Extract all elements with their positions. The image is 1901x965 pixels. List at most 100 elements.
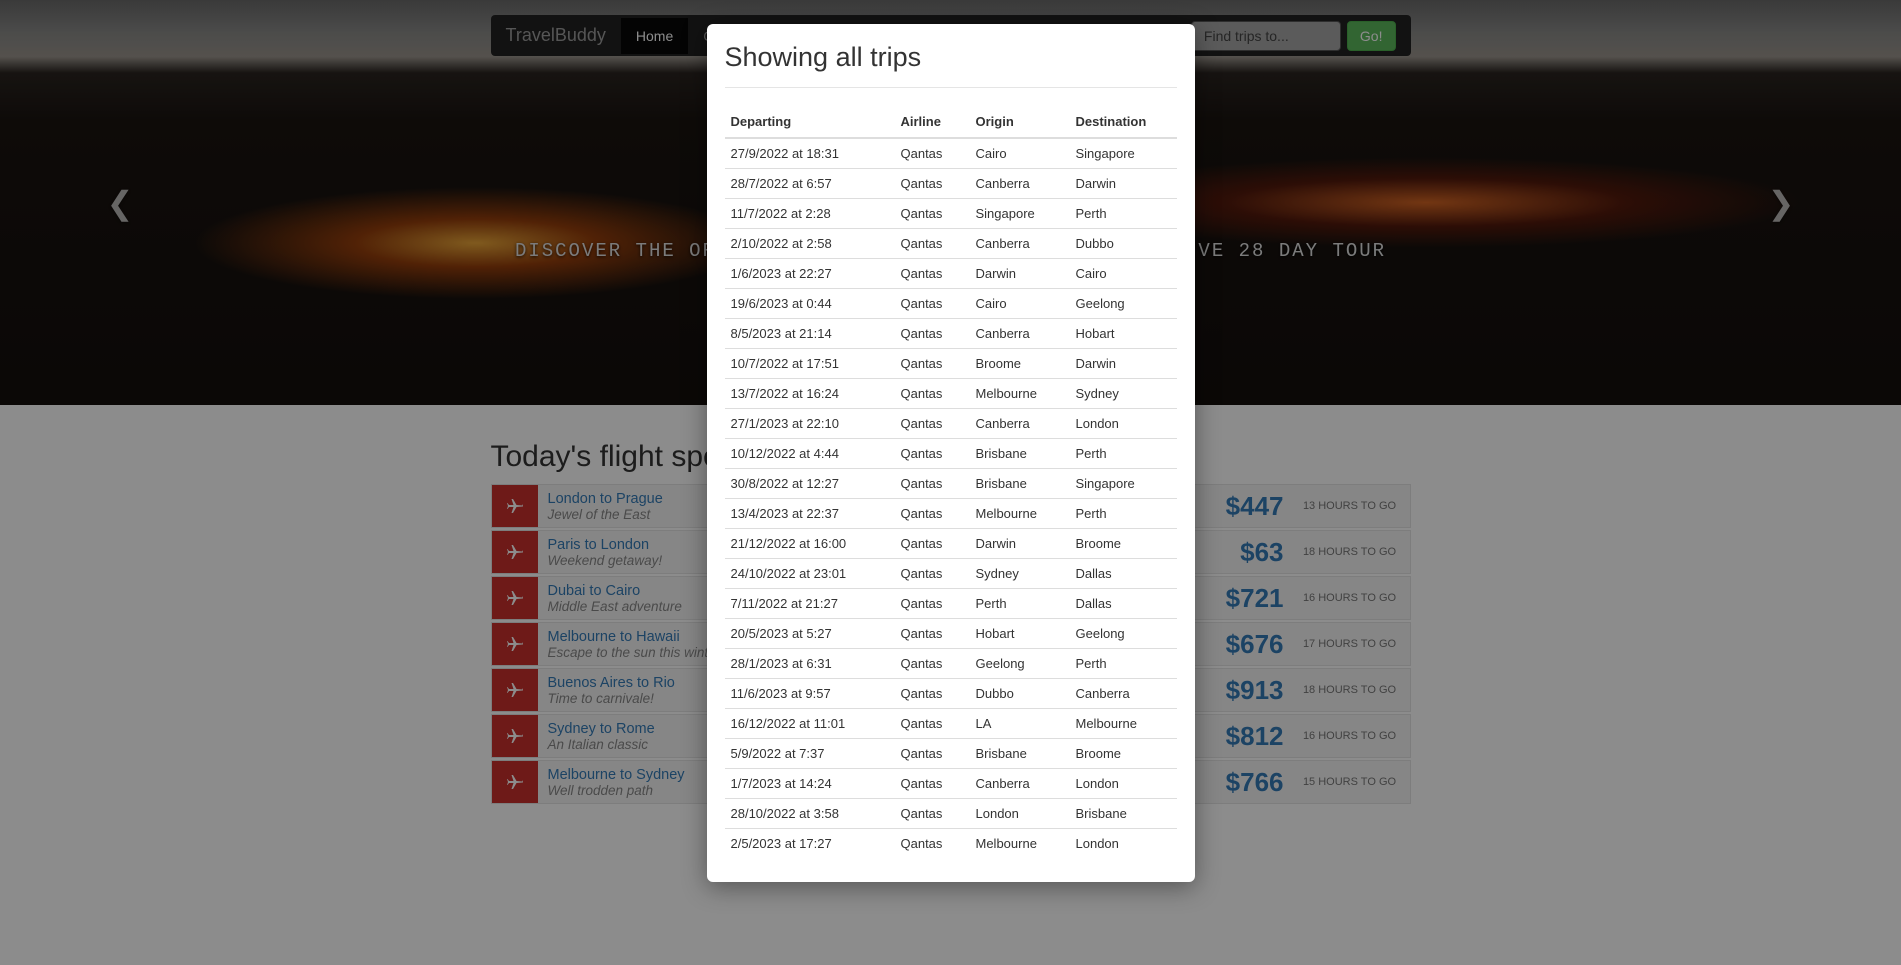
cell-departing: 28/10/2022 at 3:58	[725, 799, 895, 829]
table-row[interactable]: 8/5/2023 at 21:14QantasCanberraHobart	[725, 319, 1177, 349]
cell-airline: Qantas	[895, 379, 970, 409]
cell-departing: 30/8/2022 at 12:27	[725, 469, 895, 499]
table-row[interactable]: 5/9/2022 at 7:37QantasBrisbaneBroome	[725, 739, 1177, 769]
table-row[interactable]: 30/8/2022 at 12:27QantasBrisbaneSingapor…	[725, 469, 1177, 499]
cell-destination: Dallas	[1070, 589, 1177, 619]
cell-departing: 8/5/2023 at 21:14	[725, 319, 895, 349]
cell-origin: Brisbane	[970, 469, 1070, 499]
col-destination[interactable]: Destination	[1070, 106, 1177, 138]
table-row[interactable]: 27/9/2022 at 18:31QantasCairoSingapore	[725, 138, 1177, 169]
col-departing[interactable]: Departing	[725, 106, 895, 138]
cell-airline: Qantas	[895, 739, 970, 769]
trips-table: Departing Airline Origin Destination 27/…	[725, 106, 1177, 858]
cell-airline: Qantas	[895, 529, 970, 559]
cell-destination: Perth	[1070, 439, 1177, 469]
cell-airline: Qantas	[895, 138, 970, 169]
table-row[interactable]: 19/6/2023 at 0:44QantasCairoGeelong	[725, 289, 1177, 319]
table-row[interactable]: 2/10/2022 at 2:58QantasCanberraDubbo	[725, 229, 1177, 259]
cell-airline: Qantas	[895, 799, 970, 829]
cell-origin: Melbourne	[970, 499, 1070, 529]
cell-destination: Dubbo	[1070, 229, 1177, 259]
cell-airline: Qantas	[895, 169, 970, 199]
table-row[interactable]: 13/7/2022 at 16:24QantasMelbourneSydney	[725, 379, 1177, 409]
cell-departing: 27/1/2023 at 22:10	[725, 409, 895, 439]
cell-origin: Hobart	[970, 619, 1070, 649]
cell-departing: 19/6/2023 at 0:44	[725, 289, 895, 319]
cell-airline: Qantas	[895, 349, 970, 379]
cell-departing: 24/10/2022 at 23:01	[725, 559, 895, 589]
modal-title: Showing all trips	[725, 42, 1177, 73]
cell-destination: Geelong	[1070, 619, 1177, 649]
cell-origin: Perth	[970, 589, 1070, 619]
cell-destination: Hobart	[1070, 319, 1177, 349]
cell-departing: 2/10/2022 at 2:58	[725, 229, 895, 259]
cell-origin: Darwin	[970, 259, 1070, 289]
cell-origin: Cairo	[970, 289, 1070, 319]
cell-airline: Qantas	[895, 589, 970, 619]
cell-airline: Qantas	[895, 649, 970, 679]
cell-destination: Melbourne	[1070, 709, 1177, 739]
cell-destination: Darwin	[1070, 169, 1177, 199]
cell-departing: 28/1/2023 at 6:31	[725, 649, 895, 679]
cell-airline: Qantas	[895, 469, 970, 499]
table-row[interactable]: 28/7/2022 at 6:57QantasCanberraDarwin	[725, 169, 1177, 199]
table-row[interactable]: 10/12/2022 at 4:44QantasBrisbanePerth	[725, 439, 1177, 469]
cell-departing: 5/9/2022 at 7:37	[725, 739, 895, 769]
cell-departing: 1/6/2023 at 22:27	[725, 259, 895, 289]
cell-departing: 16/12/2022 at 11:01	[725, 709, 895, 739]
table-row[interactable]: 16/12/2022 at 11:01QantasLAMelbourne	[725, 709, 1177, 739]
cell-destination: Canberra	[1070, 679, 1177, 709]
cell-origin: Canberra	[970, 769, 1070, 799]
cell-departing: 10/12/2022 at 4:44	[725, 439, 895, 469]
cell-airline: Qantas	[895, 199, 970, 229]
table-row[interactable]: 11/6/2023 at 9:57QantasDubboCanberra	[725, 679, 1177, 709]
cell-origin: Dubbo	[970, 679, 1070, 709]
col-origin[interactable]: Origin	[970, 106, 1070, 138]
table-row[interactable]: 21/12/2022 at 16:00QantasDarwinBroome	[725, 529, 1177, 559]
table-row[interactable]: 28/10/2022 at 3:58QantasLondonBrisbane	[725, 799, 1177, 829]
divider	[725, 87, 1177, 88]
cell-origin: Broome	[970, 349, 1070, 379]
cell-destination: Broome	[1070, 529, 1177, 559]
table-row[interactable]: 27/1/2023 at 22:10QantasCanberraLondon	[725, 409, 1177, 439]
cell-origin: Brisbane	[970, 739, 1070, 769]
cell-departing: 7/11/2022 at 21:27	[725, 589, 895, 619]
cell-departing: 13/7/2022 at 16:24	[725, 379, 895, 409]
cell-departing: 13/4/2023 at 22:37	[725, 499, 895, 529]
cell-destination: Perth	[1070, 199, 1177, 229]
cell-departing: 2/5/2023 at 17:27	[725, 829, 895, 859]
cell-airline: Qantas	[895, 709, 970, 739]
cell-origin: Canberra	[970, 319, 1070, 349]
table-row[interactable]: 28/1/2023 at 6:31QantasGeelongPerth	[725, 649, 1177, 679]
trips-modal: Showing all trips Departing Airline Orig…	[707, 24, 1195, 882]
cell-airline: Qantas	[895, 289, 970, 319]
table-row[interactable]: 24/10/2022 at 23:01QantasSydneyDallas	[725, 559, 1177, 589]
cell-destination: London	[1070, 409, 1177, 439]
cell-airline: Qantas	[895, 229, 970, 259]
cell-origin: Geelong	[970, 649, 1070, 679]
cell-destination: Perth	[1070, 499, 1177, 529]
col-airline[interactable]: Airline	[895, 106, 970, 138]
cell-origin: Brisbane	[970, 439, 1070, 469]
table-row[interactable]: 10/7/2022 at 17:51QantasBroomeDarwin	[725, 349, 1177, 379]
table-row[interactable]: 13/4/2023 at 22:37QantasMelbournePerth	[725, 499, 1177, 529]
cell-destination: London	[1070, 829, 1177, 859]
cell-airline: Qantas	[895, 409, 970, 439]
cell-origin: Melbourne	[970, 829, 1070, 859]
cell-destination: Dallas	[1070, 559, 1177, 589]
cell-origin: Sydney	[970, 559, 1070, 589]
table-row[interactable]: 2/5/2023 at 17:27QantasMelbourneLondon	[725, 829, 1177, 859]
cell-origin: Canberra	[970, 229, 1070, 259]
cell-origin: Melbourne	[970, 379, 1070, 409]
table-row[interactable]: 7/11/2022 at 21:27QantasPerthDallas	[725, 589, 1177, 619]
cell-origin: Darwin	[970, 529, 1070, 559]
table-row[interactable]: 1/7/2023 at 14:24QantasCanberraLondon	[725, 769, 1177, 799]
table-row[interactable]: 1/6/2023 at 22:27QantasDarwinCairo	[725, 259, 1177, 289]
cell-departing: 10/7/2022 at 17:51	[725, 349, 895, 379]
cell-departing: 28/7/2022 at 6:57	[725, 169, 895, 199]
table-row[interactable]: 20/5/2023 at 5:27QantasHobartGeelong	[725, 619, 1177, 649]
table-row[interactable]: 11/7/2022 at 2:28QantasSingaporePerth	[725, 199, 1177, 229]
cell-departing: 20/5/2023 at 5:27	[725, 619, 895, 649]
cell-airline: Qantas	[895, 319, 970, 349]
cell-destination: London	[1070, 769, 1177, 799]
